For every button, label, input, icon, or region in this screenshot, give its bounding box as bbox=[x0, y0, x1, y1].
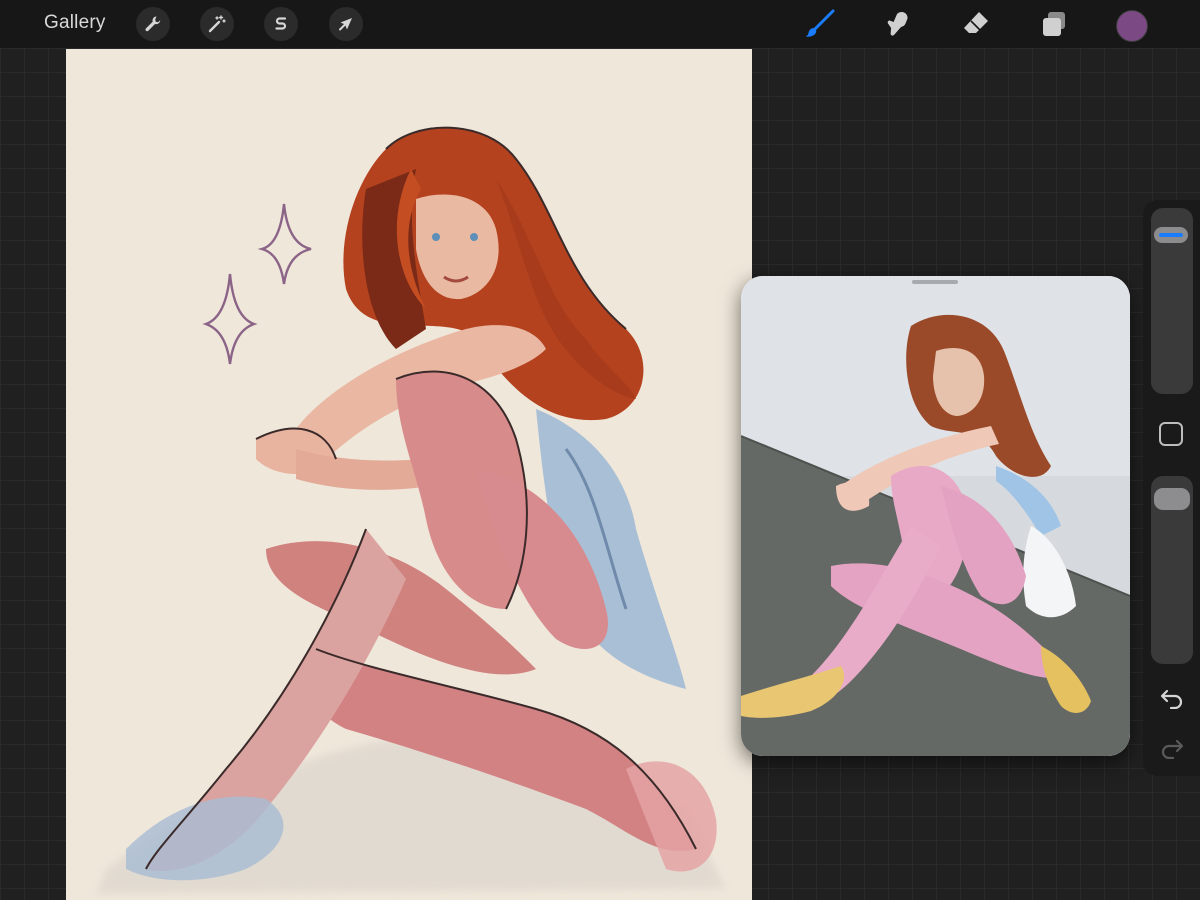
artwork-illustration bbox=[66, 49, 752, 900]
opacity-thumb[interactable] bbox=[1154, 487, 1190, 510]
opacity-slider[interactable] bbox=[1151, 476, 1193, 664]
modify-button[interactable] bbox=[1159, 422, 1183, 446]
undo-button[interactable] bbox=[1158, 686, 1186, 710]
wrench-icon bbox=[145, 16, 161, 32]
gallery-button[interactable]: Gallery bbox=[44, 12, 106, 34]
top-toolbar: Gallery bbox=[0, 0, 1200, 48]
redo-button[interactable] bbox=[1158, 736, 1186, 760]
brush-size-slider[interactable] bbox=[1151, 208, 1193, 394]
brush-size-thumb[interactable] bbox=[1154, 226, 1188, 243]
selection-s-icon bbox=[275, 17, 287, 30]
undo-arrow-icon bbox=[1160, 689, 1183, 709]
eraser-icon bbox=[964, 12, 988, 33]
actions-button[interactable] bbox=[136, 7, 170, 41]
layers-icon bbox=[1043, 12, 1065, 36]
adjustments-button[interactable] bbox=[200, 7, 234, 41]
arrow-cursor-icon bbox=[339, 18, 352, 31]
reference-photo bbox=[741, 276, 1130, 756]
smudge-finger-icon bbox=[887, 12, 908, 36]
reference-grab-handle[interactable] bbox=[912, 280, 958, 284]
transform-button[interactable] bbox=[329, 7, 363, 41]
smudge-tool-button[interactable] bbox=[880, 6, 916, 42]
selection-button[interactable] bbox=[264, 7, 298, 41]
redo-arrow-icon bbox=[1161, 739, 1184, 759]
reference-window[interactable] bbox=[741, 276, 1130, 756]
color-swatch[interactable] bbox=[1116, 10, 1148, 42]
eraser-tool-button[interactable] bbox=[958, 6, 994, 42]
drawing-canvas[interactable] bbox=[66, 49, 752, 900]
magic-wand-icon bbox=[208, 15, 226, 33]
layers-button[interactable] bbox=[1036, 6, 1072, 42]
brush-tool-button[interactable] bbox=[802, 6, 838, 42]
side-toolbar bbox=[1143, 200, 1200, 776]
brush-icon bbox=[805, 9, 835, 37]
